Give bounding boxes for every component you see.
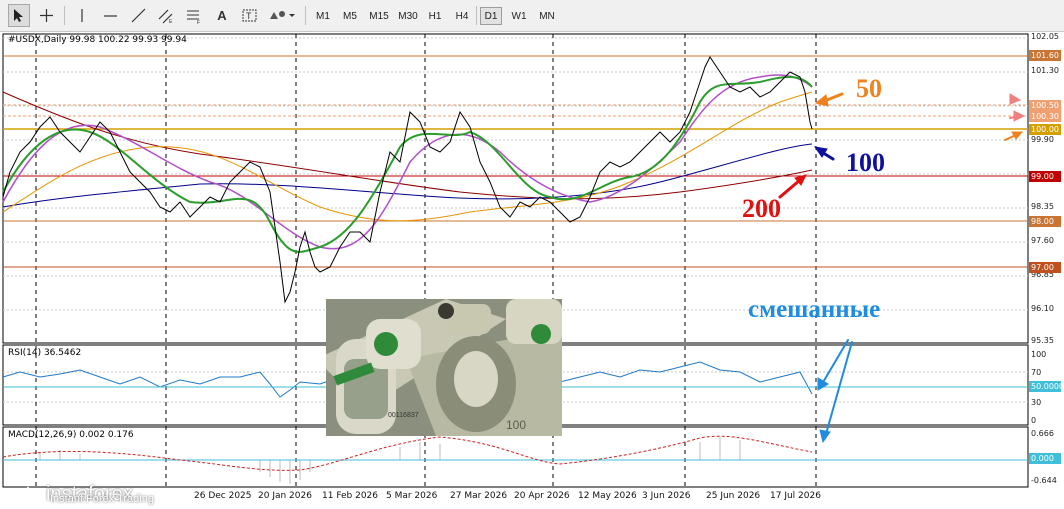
date-label: 27 Mar 2026 [450,491,508,501]
price-box: 50.0000 [1029,381,1064,392]
date-label: 5 Mar 2026 [386,491,438,501]
ma200-line [2,91,813,200]
crosshair-icon[interactable] [35,4,57,27]
price-box: 101.60 [1029,50,1061,61]
price-axis-label: 102.05 [1031,32,1059,41]
macd-panel-frame [2,426,1029,488]
rsi-axis-label: 0 [1031,416,1037,425]
logo-tagline: Instant Forex Trading [50,493,154,505]
svg-text:00116837: 00116837 [388,412,419,419]
chart-canvas[interactable] [0,32,1064,509]
logo-mark [8,486,42,509]
price-axis-label: 101.30 [1031,66,1059,75]
equidistant-channel-icon[interactable]: E [155,4,177,27]
svg-text:E: E [169,19,173,24]
price-axis-label: 95.35 [1031,336,1054,345]
timeframe-d1[interactable]: D1 [480,7,502,25]
text-label-icon[interactable]: T [238,4,260,27]
date-label: 25 Jun 2026 [706,491,761,501]
dollar-bills-photo: 00116837 100 [326,299,562,436]
price-box: 100.00 [1029,124,1061,135]
date-label: 26 Dec 2025 [194,491,252,501]
date-label: 20 Jan 2026 [258,491,312,501]
toolbar-separator [476,6,477,25]
trendline-icon[interactable] [127,4,149,27]
horizontal-line-icon[interactable] [99,4,121,27]
price-box: 0.000 [1029,453,1061,464]
date-label: 11 Feb 2026 [322,491,379,501]
toolbar-separator [64,6,65,25]
price-box: 97.00 [1029,262,1061,273]
svg-text:T: T [246,11,252,21]
mixed-annotation: смешанные [748,296,881,323]
timeframe-m5[interactable]: M5 [338,7,362,25]
rsi-axis-label: 70 [1031,368,1042,377]
timeframe-h4[interactable]: H4 [451,7,473,25]
ma100-annotation: 100 [846,148,885,177]
shapes-icon[interactable] [266,4,298,27]
cursor-icon[interactable] [8,4,30,27]
price-line [2,56,813,304]
price-box: 98.00 [1029,216,1061,227]
annotation-arrows [778,92,1026,444]
macd-axis-label: 0.666 [1031,429,1054,438]
rsi-axis-label: 100 [1031,350,1047,359]
timeframe-h1[interactable]: H1 [424,7,446,25]
date-label: 20 Apr 2026 [514,491,570,501]
price-chart[interactable]: #USDX,Daily 99.98 100.22 99.93 99.94 RSI… [0,32,1064,509]
macd-signal-line [2,435,813,471]
price-axis-label: 98.35 [1031,202,1054,211]
price-axis-label: 97.60 [1031,236,1054,245]
ma200-annotation: 200 [742,194,781,223]
date-label: 17 Jul 2026 [770,491,821,501]
macd-axis-label: -0.644 [1031,476,1057,485]
timeframe-m1[interactable]: M1 [311,7,335,25]
price-box: 100.30 [1029,111,1061,122]
timeframe-m30[interactable]: M30 [394,7,422,25]
toolbar-separator [305,6,306,25]
macd-caption: MACD(12,26,9) 0.002 0.176 [8,430,134,440]
ma-green-line [2,76,813,253]
timeframe-mn[interactable]: MN [535,7,559,25]
rsi-axis-label: 30 [1031,398,1042,407]
date-label: 3 Jun 2026 [642,491,691,501]
price-axis-label: 99.90 [1031,135,1054,144]
fibonacci-icon[interactable]: F [183,4,205,27]
date-label: 12 May 2026 [578,491,637,501]
ma50-annotation: 50 [856,74,882,103]
vertical-line-icon[interactable] [72,4,92,27]
price-box: 99.00 [1029,171,1061,182]
symbol-caption: #USDX,Daily 99.98 100.22 99.93 99.94 [8,35,187,45]
timeframe-w1[interactable]: W1 [507,7,531,25]
svg-text:F: F [197,20,200,24]
ma-violet-line [2,74,813,250]
chart-toolbar: E F A T M1 M5 M15 M30 H1 H4 D1 W1 MN [0,0,1064,32]
price-box: 100.50 [1029,100,1061,111]
text-icon[interactable]: A [212,4,232,27]
timeframe-m15[interactable]: M15 [365,7,393,25]
svg-text:100: 100 [506,418,526,432]
rsi-caption: RSI(14) 36.5462 [8,348,82,358]
price-axis-label: 96.10 [1031,304,1054,313]
